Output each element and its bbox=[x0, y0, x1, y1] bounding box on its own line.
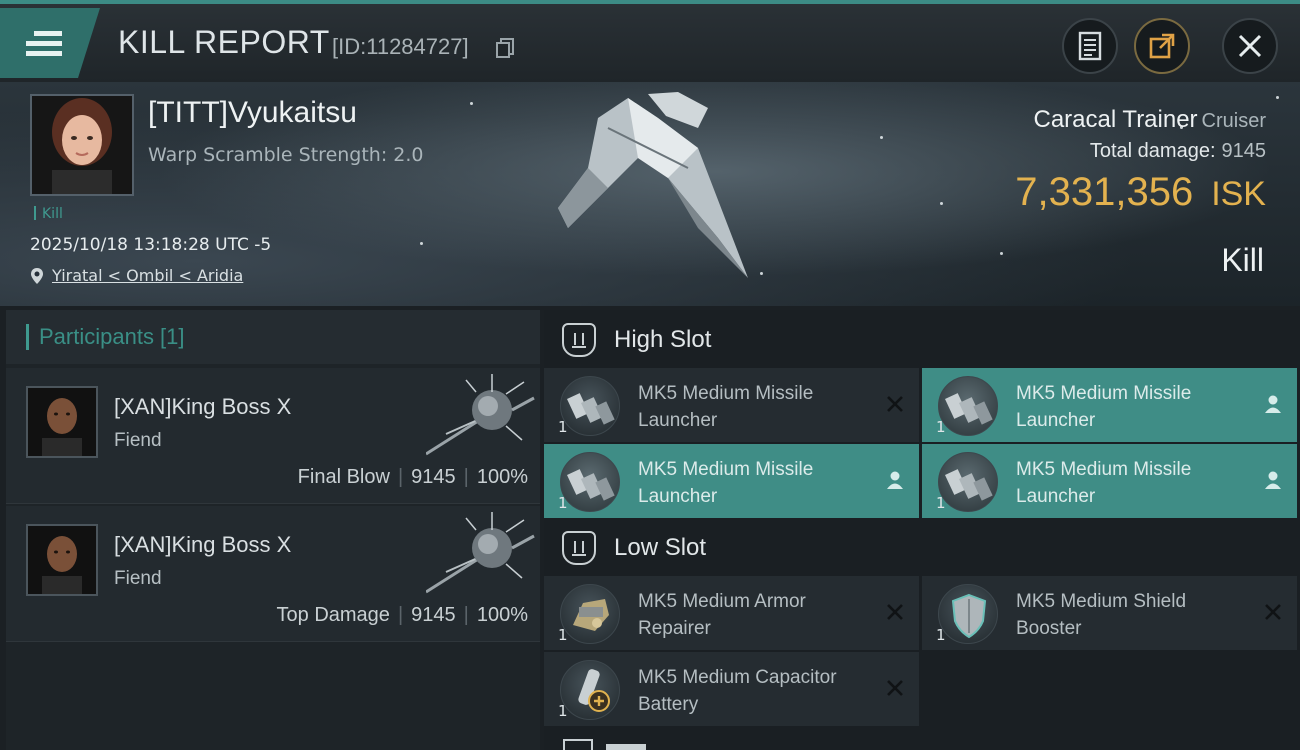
module-qty: 1 bbox=[558, 702, 568, 720]
high-slot-header: High Slot bbox=[544, 312, 1300, 368]
destroyed-icon bbox=[1261, 600, 1285, 624]
high-slot-icon bbox=[562, 323, 596, 357]
module-qty: 1 bbox=[936, 494, 946, 512]
module-name: MK5 Medium Armor Repairer bbox=[638, 591, 806, 639]
module-item[interactable]: 1 MK5 Medium Armor Repairer bbox=[544, 576, 919, 650]
module-qty: 1 bbox=[936, 626, 946, 644]
module-name: MK5 Medium Missile Launcher bbox=[638, 383, 814, 431]
participant-row[interactable]: [XAN]King Boss X Fiend Final Blow | 9145 | 1… bbox=[6, 368, 540, 504]
destroyed-icon bbox=[883, 600, 907, 624]
top-bar: KILL REPORT [ID:11284727] bbox=[0, 0, 1300, 82]
victim-ship-image bbox=[558, 92, 748, 278]
pilot-icon bbox=[883, 468, 907, 492]
module-item[interactable]: 1 MK5 Medium Missile Launcher bbox=[922, 444, 1297, 518]
copy-icon[interactable] bbox=[496, 38, 514, 58]
pilot-icon bbox=[1261, 468, 1285, 492]
share-button[interactable] bbox=[1134, 18, 1190, 74]
kill-location[interactable]: Yiratal < Ombil < Aridia bbox=[30, 266, 243, 285]
participant-stats: Top Damage | 9145 | 100% bbox=[276, 604, 528, 626]
kill-datetime: 2025/10/18 13:18:28 UTC -5 bbox=[30, 235, 272, 255]
module-item[interactable]: 1 MK5 Medium Missile Launcher bbox=[544, 368, 919, 442]
result-label: Kill bbox=[1221, 242, 1264, 278]
participant-row[interactable]: [XAN]King Boss X Fiend Top Damage | 9145 | 1… bbox=[6, 506, 540, 642]
participant-ship: Fiend bbox=[114, 568, 162, 589]
close-icon bbox=[1238, 34, 1262, 58]
module-item[interactable]: 1 MK5 Medium Missile Launcher bbox=[544, 444, 919, 518]
fitting-panel: High Slot 1 MK5 Medium Missile Launcher … bbox=[544, 310, 1300, 750]
module-qty: 1 bbox=[558, 494, 568, 512]
attacker-ship-icon bbox=[426, 512, 535, 594]
avatar bbox=[26, 386, 98, 458]
capacitor-battery-icon bbox=[560, 660, 620, 720]
module-qty: 1 bbox=[936, 418, 946, 436]
module-qty: 1 bbox=[558, 626, 568, 644]
close-button[interactable] bbox=[1222, 18, 1278, 74]
module-name: MK5 Medium Missile Launcher bbox=[1016, 459, 1192, 507]
low-slot-icon bbox=[562, 531, 596, 565]
pilot-icon bbox=[1261, 392, 1285, 416]
report-id: [ID:11284727] bbox=[332, 34, 469, 59]
participants-header: Participants [1] bbox=[6, 310, 540, 364]
module-name: MK5 Medium Shield Booster bbox=[1016, 591, 1187, 639]
victim-portrait[interactable] bbox=[30, 94, 134, 196]
attacker-ship-icon bbox=[426, 374, 535, 456]
missile-launcher-icon bbox=[560, 376, 620, 436]
participant-name[interactable]: [XAN]King Boss X bbox=[114, 532, 291, 558]
avatar bbox=[26, 524, 98, 596]
module-name: MK5 Medium Missile Launcher bbox=[1016, 383, 1192, 431]
page-title: KILL REPORT bbox=[118, 24, 330, 60]
location-link[interactable]: Yiratal < Ombil < Aridia bbox=[52, 266, 243, 285]
participant-name[interactable]: [XAN]King Boss X bbox=[114, 394, 291, 420]
menu-button[interactable] bbox=[0, 8, 100, 78]
combat-log-button[interactable] bbox=[1062, 18, 1118, 74]
isk-value: 7,331,356 ISK bbox=[1015, 170, 1266, 214]
menu-icon bbox=[26, 26, 62, 61]
share-icon bbox=[1149, 33, 1175, 59]
module-name: MK5 Medium Missile Launcher bbox=[638, 459, 814, 507]
armor-repairer-icon bbox=[560, 584, 620, 644]
victim-summary: [TITT]Vyukaitsu Warp Scramble Strength: … bbox=[0, 82, 1300, 306]
module-name: MK5 Medium Capacitor Battery bbox=[638, 667, 837, 715]
participant-ship: Fiend bbox=[114, 430, 162, 451]
participant-stats: Final Blow | 9145 | 100% bbox=[297, 466, 528, 488]
victim-name[interactable]: [TITT]Vyukaitsu bbox=[148, 96, 357, 130]
missile-launcher-icon bbox=[560, 452, 620, 512]
shield-booster-icon bbox=[938, 584, 998, 644]
warp-scramble-strength: Warp Scramble Strength: 2.0 bbox=[148, 144, 424, 166]
ship-name[interactable]: Caracal Trainer Cruiser bbox=[1033, 106, 1266, 134]
destroyed-icon bbox=[883, 392, 907, 416]
module-qty: 1 bbox=[558, 418, 568, 436]
module-item[interactable]: 1 MK5 Medium Capacitor Battery bbox=[544, 652, 919, 726]
total-damage: Total damage: 9145 bbox=[1089, 140, 1266, 162]
low-slot-header: Low Slot bbox=[544, 520, 1300, 576]
module-item[interactable]: 1 MK5 Medium Missile Launcher bbox=[922, 368, 1297, 442]
mid-slot-icon-partial bbox=[563, 739, 646, 750]
participants-panel: Participants [1] [XAN]King Boss X Fiend bbox=[6, 310, 540, 750]
location-pin-icon bbox=[31, 267, 43, 284]
document-icon bbox=[1078, 31, 1102, 61]
missile-launcher-icon bbox=[938, 452, 998, 512]
kill-tag: Kill bbox=[34, 206, 63, 222]
missile-launcher-icon bbox=[938, 376, 998, 436]
destroyed-icon bbox=[883, 676, 907, 700]
module-item[interactable]: 1 MK5 Medium Shield Booster bbox=[922, 576, 1297, 650]
